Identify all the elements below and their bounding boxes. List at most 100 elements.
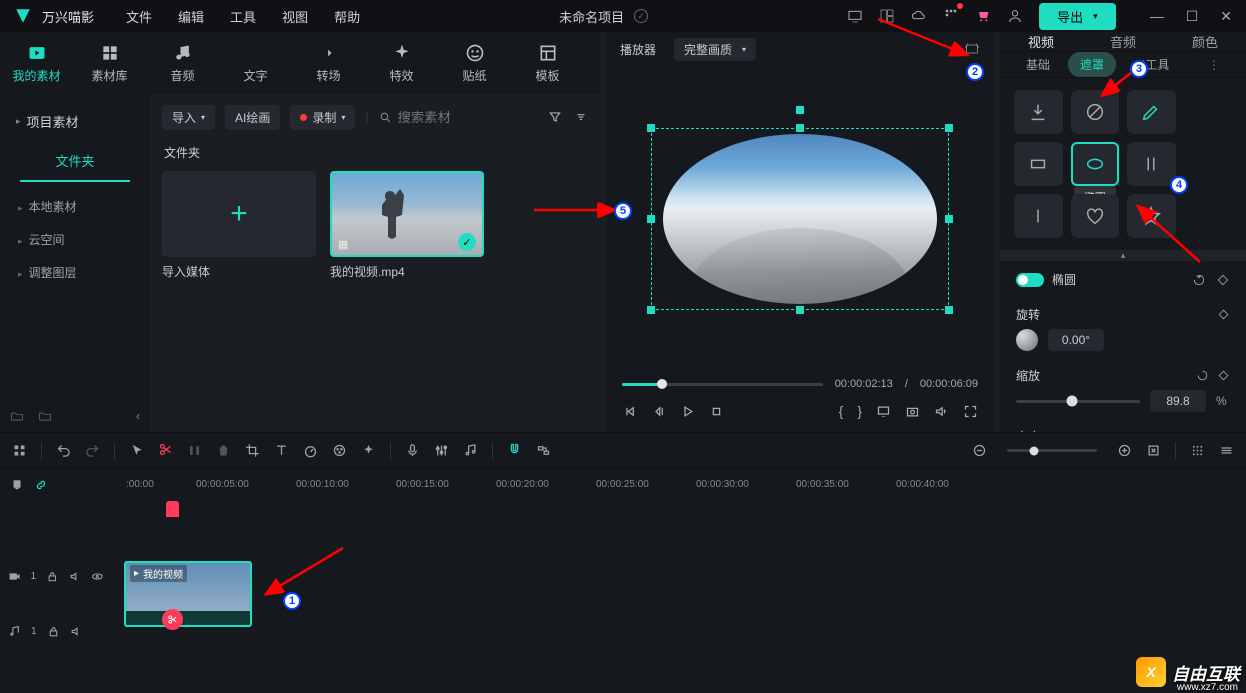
handle-t[interactable] [796, 124, 804, 132]
media-search[interactable] [379, 110, 478, 125]
mark-in-icon[interactable]: { [839, 403, 844, 419]
visible-icon[interactable] [91, 570, 104, 583]
mic-icon[interactable] [405, 443, 420, 458]
mute-icon[interactable] [70, 625, 83, 638]
handle-l[interactable] [647, 215, 655, 223]
collapse-icon[interactable]: ‹ [136, 409, 140, 423]
ai-draw-button[interactable]: AI绘画 [225, 105, 280, 130]
camera-icon[interactable] [905, 404, 920, 419]
zoom-in-icon[interactable] [1117, 443, 1132, 458]
tab-audio[interactable]: 音频 [146, 43, 219, 84]
search-input[interactable] [398, 110, 478, 125]
insp-tab-color[interactable]: 颜色 [1164, 32, 1246, 51]
zoom-out-icon[interactable] [972, 443, 987, 458]
menu-tools[interactable]: 工具 [230, 7, 256, 26]
playhead-scissors-icon[interactable] [162, 609, 183, 630]
crop-icon[interactable] [245, 443, 260, 458]
cart-icon[interactable] [975, 8, 991, 24]
mark-out-icon[interactable]: } [857, 403, 862, 419]
link-track-icon[interactable] [536, 443, 551, 458]
rotate-knob[interactable] [1016, 329, 1038, 351]
sidebar-folder-tab[interactable]: 文件夹 [20, 141, 130, 182]
color-icon[interactable] [332, 443, 347, 458]
lock-icon[interactable] [46, 570, 59, 583]
mixer-icon[interactable] [434, 443, 449, 458]
mask-line[interactable] [1014, 194, 1063, 238]
scissors-icon[interactable] [158, 442, 173, 457]
prev-frame-icon[interactable] [622, 404, 637, 419]
pointer-icon[interactable] [129, 443, 144, 458]
tab-stickers[interactable]: 贴纸 [438, 43, 511, 84]
timeline-settings-icon[interactable] [1190, 443, 1205, 458]
mask-rectangle[interactable] [1014, 142, 1063, 186]
screen-icon[interactable] [847, 8, 863, 24]
close-button[interactable]: ✕ [1220, 8, 1232, 25]
handle-br[interactable] [945, 306, 953, 314]
insp-tab-video[interactable]: 视频 [1000, 32, 1082, 51]
quality-dropdown[interactable]: 完整画质▾ [674, 38, 756, 61]
rotate-value[interactable]: 0.00° [1048, 329, 1104, 351]
mute-icon[interactable] [69, 570, 82, 583]
sparkle-icon[interactable] [361, 443, 376, 458]
new-folder-icon[interactable] [10, 409, 24, 423]
tab-library[interactable]: 素材库 [73, 43, 146, 84]
tab-my-media[interactable]: 我的素材 [0, 43, 73, 84]
import-dropdown[interactable]: 导入▾ [162, 105, 215, 130]
media-clip-card[interactable]: ▦ ✓ 我的视频.mp4 [330, 171, 484, 280]
reset-icon[interactable] [1196, 369, 1209, 382]
sidebar-project-media[interactable]: ▸项目素材 [0, 102, 150, 141]
lock-icon[interactable] [47, 625, 60, 638]
text-tool-icon[interactable] [274, 443, 289, 458]
handle-b[interactable] [796, 306, 804, 314]
undo-icon[interactable] [56, 443, 71, 458]
insp-tab-audio[interactable]: 音频 [1082, 32, 1164, 51]
play-icon[interactable] [680, 404, 695, 419]
timeline-clip[interactable]: ▸我的视频 [124, 561, 252, 627]
menu-view[interactable]: 视图 [282, 7, 308, 26]
magnet-icon[interactable] [507, 442, 522, 457]
keyframe-icon[interactable] [1217, 369, 1230, 382]
sidebar-item-cloud[interactable]: ▸云空间 [0, 223, 150, 256]
record-dropdown[interactable]: 录制▾ [290, 105, 355, 130]
tab-templates[interactable]: 模板 [511, 43, 584, 84]
handle-tr[interactable] [945, 124, 953, 132]
sidebar-item-adjust[interactable]: ▸调整图层 [0, 256, 150, 289]
mask-import[interactable] [1014, 90, 1063, 134]
keyframe-icon[interactable] [1217, 308, 1230, 321]
tab-transition[interactable]: 转场 [292, 43, 365, 84]
subtab-more-icon[interactable]: ⋮ [1196, 54, 1232, 76]
keyframe-icon[interactable] [1216, 273, 1230, 287]
handle-tl[interactable] [647, 124, 655, 132]
ellipse-mask-preview[interactable] [663, 134, 937, 304]
minimize-button[interactable]: — [1150, 8, 1164, 25]
redo-icon[interactable] [85, 443, 100, 458]
export-button[interactable]: 导出▾ [1039, 3, 1116, 30]
menu-file[interactable]: 文件 [126, 7, 152, 26]
time-ruler[interactable]: :00:00 00:00:05:00 00:00:10:00 00:00:15:… [112, 469, 1246, 501]
progress-slider[interactable] [622, 383, 823, 386]
chop-icon[interactable] [187, 443, 202, 458]
sort-icon[interactable] [574, 110, 588, 124]
menu-edit[interactable]: 编辑 [178, 7, 204, 26]
marker-icon[interactable] [10, 478, 24, 492]
import-media-card[interactable]: + 导入媒体 [162, 171, 316, 280]
speed-icon[interactable] [303, 443, 318, 458]
preview-stage[interactable] [606, 66, 994, 372]
subtab-basic[interactable]: 基础 [1014, 52, 1062, 77]
grid-snap-icon[interactable] [12, 443, 27, 458]
step-back-icon[interactable] [651, 404, 666, 419]
music-icon[interactable] [463, 443, 478, 458]
handle-r[interactable] [945, 215, 953, 223]
filter-icon[interactable] [548, 110, 562, 124]
link-icon[interactable] [34, 478, 48, 492]
tab-text[interactable]: 文字 [219, 43, 292, 84]
mask-heart[interactable] [1071, 194, 1120, 238]
sidebar-item-local[interactable]: ▸本地素材 [0, 190, 150, 223]
zoom-slider[interactable] [1007, 449, 1097, 452]
volume-icon[interactable] [934, 404, 949, 419]
timeline-more-icon[interactable] [1219, 443, 1234, 458]
fullscreen-icon[interactable] [963, 404, 978, 419]
delete-icon[interactable] [216, 443, 231, 458]
user-icon[interactable] [1007, 8, 1023, 24]
folder-icon[interactable] [38, 409, 52, 423]
